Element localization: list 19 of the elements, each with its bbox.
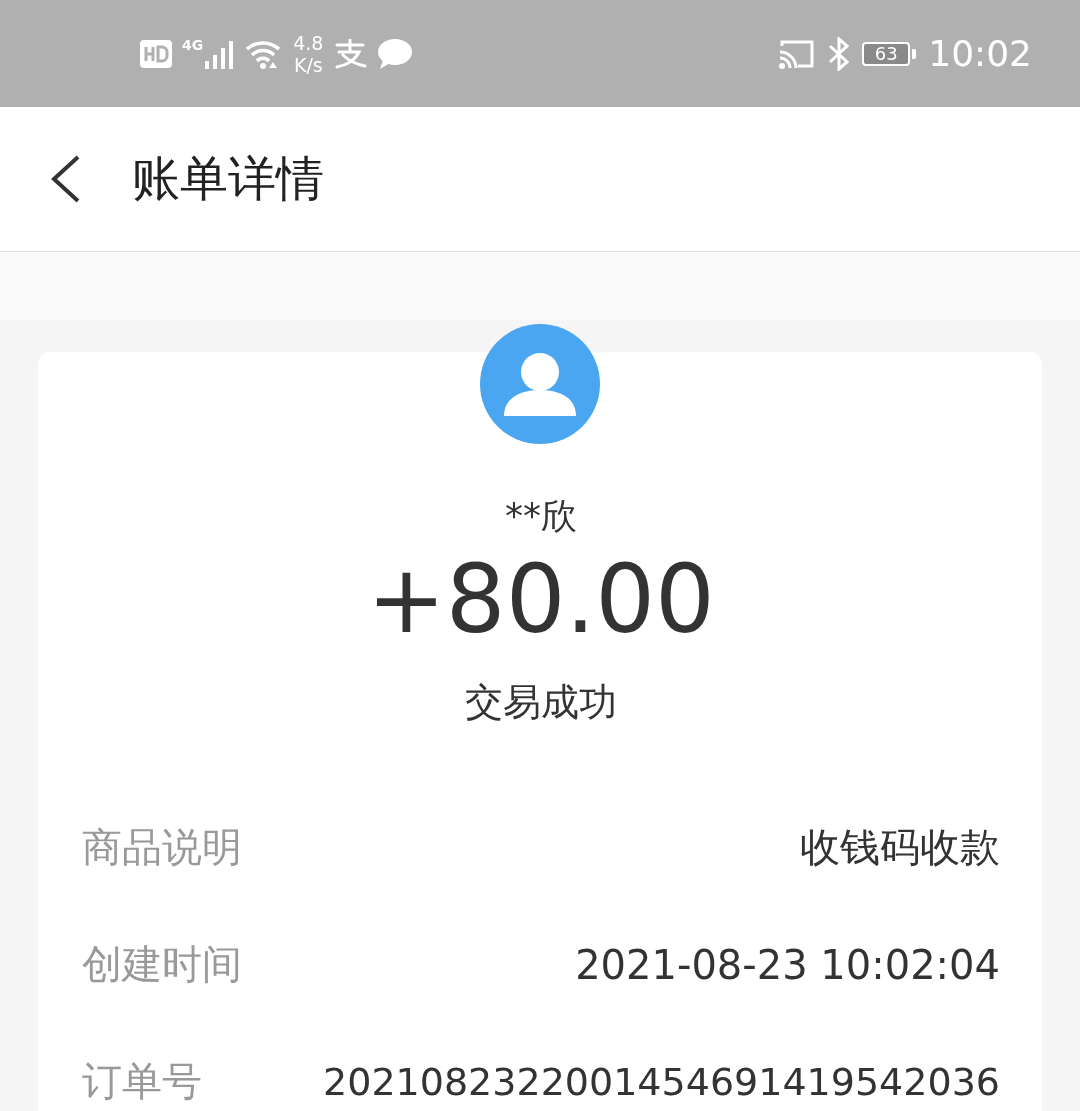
signal-icon xyxy=(205,38,236,69)
payer-name: **欣 xyxy=(505,494,577,538)
detail-value: 2021-08-23 10:02:04 xyxy=(575,941,1000,988)
detail-label: 创建时间 xyxy=(82,940,242,989)
hd-icon xyxy=(140,39,172,68)
network-speed: 4.8 K/s xyxy=(293,31,324,76)
detail-value: 收钱码收款 xyxy=(800,823,1000,872)
detail-label: 商品说明 xyxy=(82,823,242,872)
transaction-amount: +80.00 xyxy=(367,545,715,655)
clock-time: 10:02 xyxy=(928,33,1032,74)
chat-bubble-icon xyxy=(377,37,414,70)
transaction-status: 交易成功 xyxy=(465,679,617,726)
payment-app-icon xyxy=(333,38,368,69)
detail-value: 2021082322001454691419542036 xyxy=(323,1059,1000,1104)
page-title: 账单详情 xyxy=(132,149,324,208)
network-type: 4G xyxy=(182,36,204,53)
bluetooth-icon xyxy=(828,36,851,71)
detail-label: 订单号 xyxy=(82,1057,202,1106)
battery-indicator: 63 xyxy=(862,41,917,66)
